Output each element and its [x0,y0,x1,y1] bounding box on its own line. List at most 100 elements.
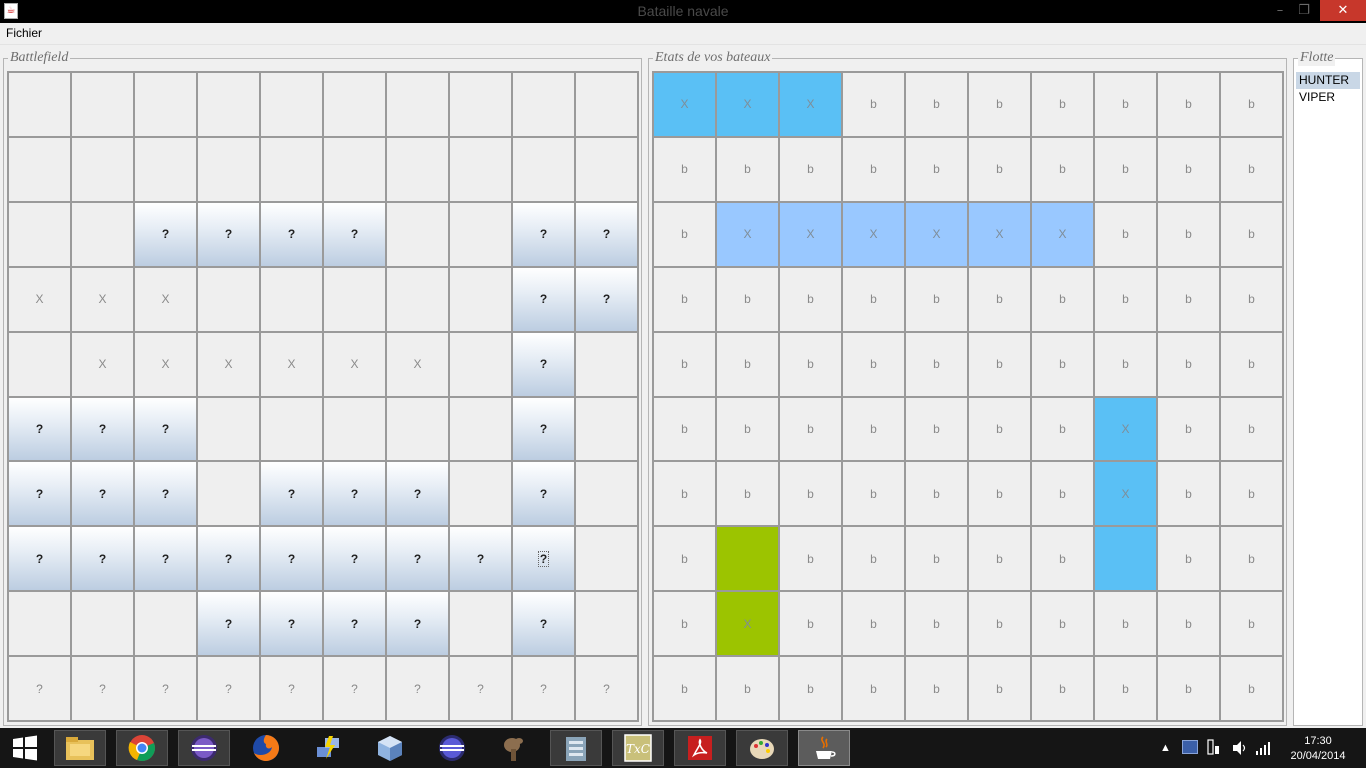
battlefield-cell[interactable] [261,73,324,138]
battlefield-cell[interactable]: ? [324,202,387,268]
battlefield-cell[interactable] [450,137,513,203]
battlefield-cell[interactable]: ? [387,592,450,658]
battlefield-cell[interactable] [450,462,513,528]
battlefield-cell[interactable]: ? [198,527,261,593]
battlefield-cell[interactable]: ? [576,267,639,333]
battlefield-cell[interactable]: ? [198,202,261,268]
battlefield-cell[interactable]: ? [72,397,135,463]
battlefield-cell[interactable] [135,592,198,658]
taskbar-paint[interactable] [736,730,788,766]
taskbar-gimp[interactable] [488,730,540,766]
volume-icon[interactable] [1232,740,1246,756]
taskbar-texmaker[interactable]: TxC [612,730,664,766]
battlefield-cell[interactable] [261,397,324,463]
battlefield-cell[interactable] [324,73,387,138]
battlefield-cell[interactable]: X [135,332,198,398]
battlefield-cell[interactable] [198,73,261,138]
battlefield-cell[interactable]: ? [324,527,387,593]
battlefield-cell[interactable] [450,202,513,268]
battlefield-cell[interactable]: X [72,267,135,333]
battlefield-cell[interactable]: ? [198,657,261,722]
battlefield-cell[interactable]: ? [513,202,576,268]
battlefield-cell[interactable] [450,267,513,333]
maximize-button[interactable]: ❐ [1292,0,1316,21]
battlefield-cell[interactable]: ? [261,202,324,268]
battlefield-cell[interactable]: ? [513,332,576,398]
battlefield-cell[interactable]: ? [324,462,387,528]
taskbar-chrome[interactable] [116,730,168,766]
battlefield-cell[interactable] [450,332,513,398]
battlefield-cell[interactable]: ? [9,527,72,593]
battlefield-cell[interactable]: X [198,332,261,398]
battlefield-cell[interactable] [9,332,72,398]
battlefield-cell[interactable] [198,267,261,333]
battlefield-cell[interactable] [576,527,639,593]
taskbar-virtualbox[interactable] [364,730,416,766]
battlefield-cell[interactable]: ? [450,527,513,593]
battlefield-cell[interactable]: X [9,267,72,333]
battlefield-cell[interactable] [387,267,450,333]
battlefield-cell[interactable] [576,462,639,528]
battlefield-cell[interactable] [72,137,135,203]
battlefield-cell[interactable]: ? [387,462,450,528]
battlefield-cell[interactable] [72,592,135,658]
taskbar-java[interactable] [798,730,850,766]
battlefield-cell[interactable]: ? [513,462,576,528]
battlefield-cell[interactable]: X [261,332,324,398]
battlefield-cell[interactable] [450,592,513,658]
battlefield-cell[interactable] [261,267,324,333]
battlefield-cell[interactable]: ? [261,527,324,593]
battlefield-cell[interactable]: X [324,332,387,398]
taskbar-file-explorer[interactable] [54,730,106,766]
start-button[interactable] [0,730,50,766]
battlefield-cell[interactable] [135,137,198,203]
network-tray-icon[interactable] [1207,738,1221,756]
battlefield-cell[interactable] [324,137,387,203]
battlefield-cell[interactable]: ? [576,657,639,722]
fleet-item-hunter[interactable]: HUNTER [1296,72,1360,89]
battlefield-cell[interactable]: ? [135,657,198,722]
minimize-button[interactable]: – [1268,0,1292,21]
battlefield-cell[interactable] [9,202,72,268]
battlefield-cell[interactable] [576,137,639,203]
taskbar-eclipse-blue[interactable] [426,730,478,766]
battlefield-cell[interactable] [450,73,513,138]
taskbar-eclipse[interactable] [178,730,230,766]
battlefield-cell[interactable] [9,73,72,138]
battlefield-cell[interactable]: ? [9,462,72,528]
battlefield-cell[interactable]: ? [387,527,450,593]
battlefield-cell[interactable] [72,73,135,138]
battlefield-cell[interactable] [387,202,450,268]
battlefield-cell[interactable]: X [72,332,135,398]
tray-overflow-icon[interactable]: ▲ [1160,742,1171,754]
battlefield-cell[interactable] [9,137,72,203]
battlefield-cell[interactable] [261,137,324,203]
taskbar-firefox[interactable] [240,730,292,766]
battlefield-cell[interactable]: ? [261,462,324,528]
battlefield-cell[interactable] [513,137,576,203]
battlefield-cell[interactable]: ? [387,657,450,722]
battlefield-cell[interactable] [387,137,450,203]
battlefield-cell[interactable]: ? [513,397,576,463]
taskbar-file-manager[interactable] [550,730,602,766]
battlefield-cell[interactable]: ? [135,202,198,268]
clock[interactable]: 17:30 20/04/2014 [1286,734,1350,764]
battlefield-cell[interactable]: ? [261,592,324,658]
battlefield-cell[interactable]: ? [135,462,198,528]
battlefield-cell[interactable] [576,397,639,463]
battlefield-cell[interactable]: ? [513,657,576,722]
battlefield-cell[interactable]: ? [135,397,198,463]
battlefield-cell[interactable] [324,267,387,333]
close-button[interactable]: ✕ [1320,0,1366,21]
battlefield-cell[interactable] [576,592,639,658]
battlefield-cell[interactable] [576,332,639,398]
battlefield-cell[interactable] [576,73,639,138]
battlefield-cell[interactable] [135,73,198,138]
battlefield-cell[interactable]: ? [576,202,639,268]
battlefield-cell[interactable] [9,592,72,658]
battlefield-cell[interactable]: ? [198,592,261,658]
battlefield-cell[interactable]: ? [9,657,72,722]
battlefield-cell[interactable]: ? [72,527,135,593]
battlefield-cell[interactable] [513,73,576,138]
battlefield-cell[interactable] [72,202,135,268]
